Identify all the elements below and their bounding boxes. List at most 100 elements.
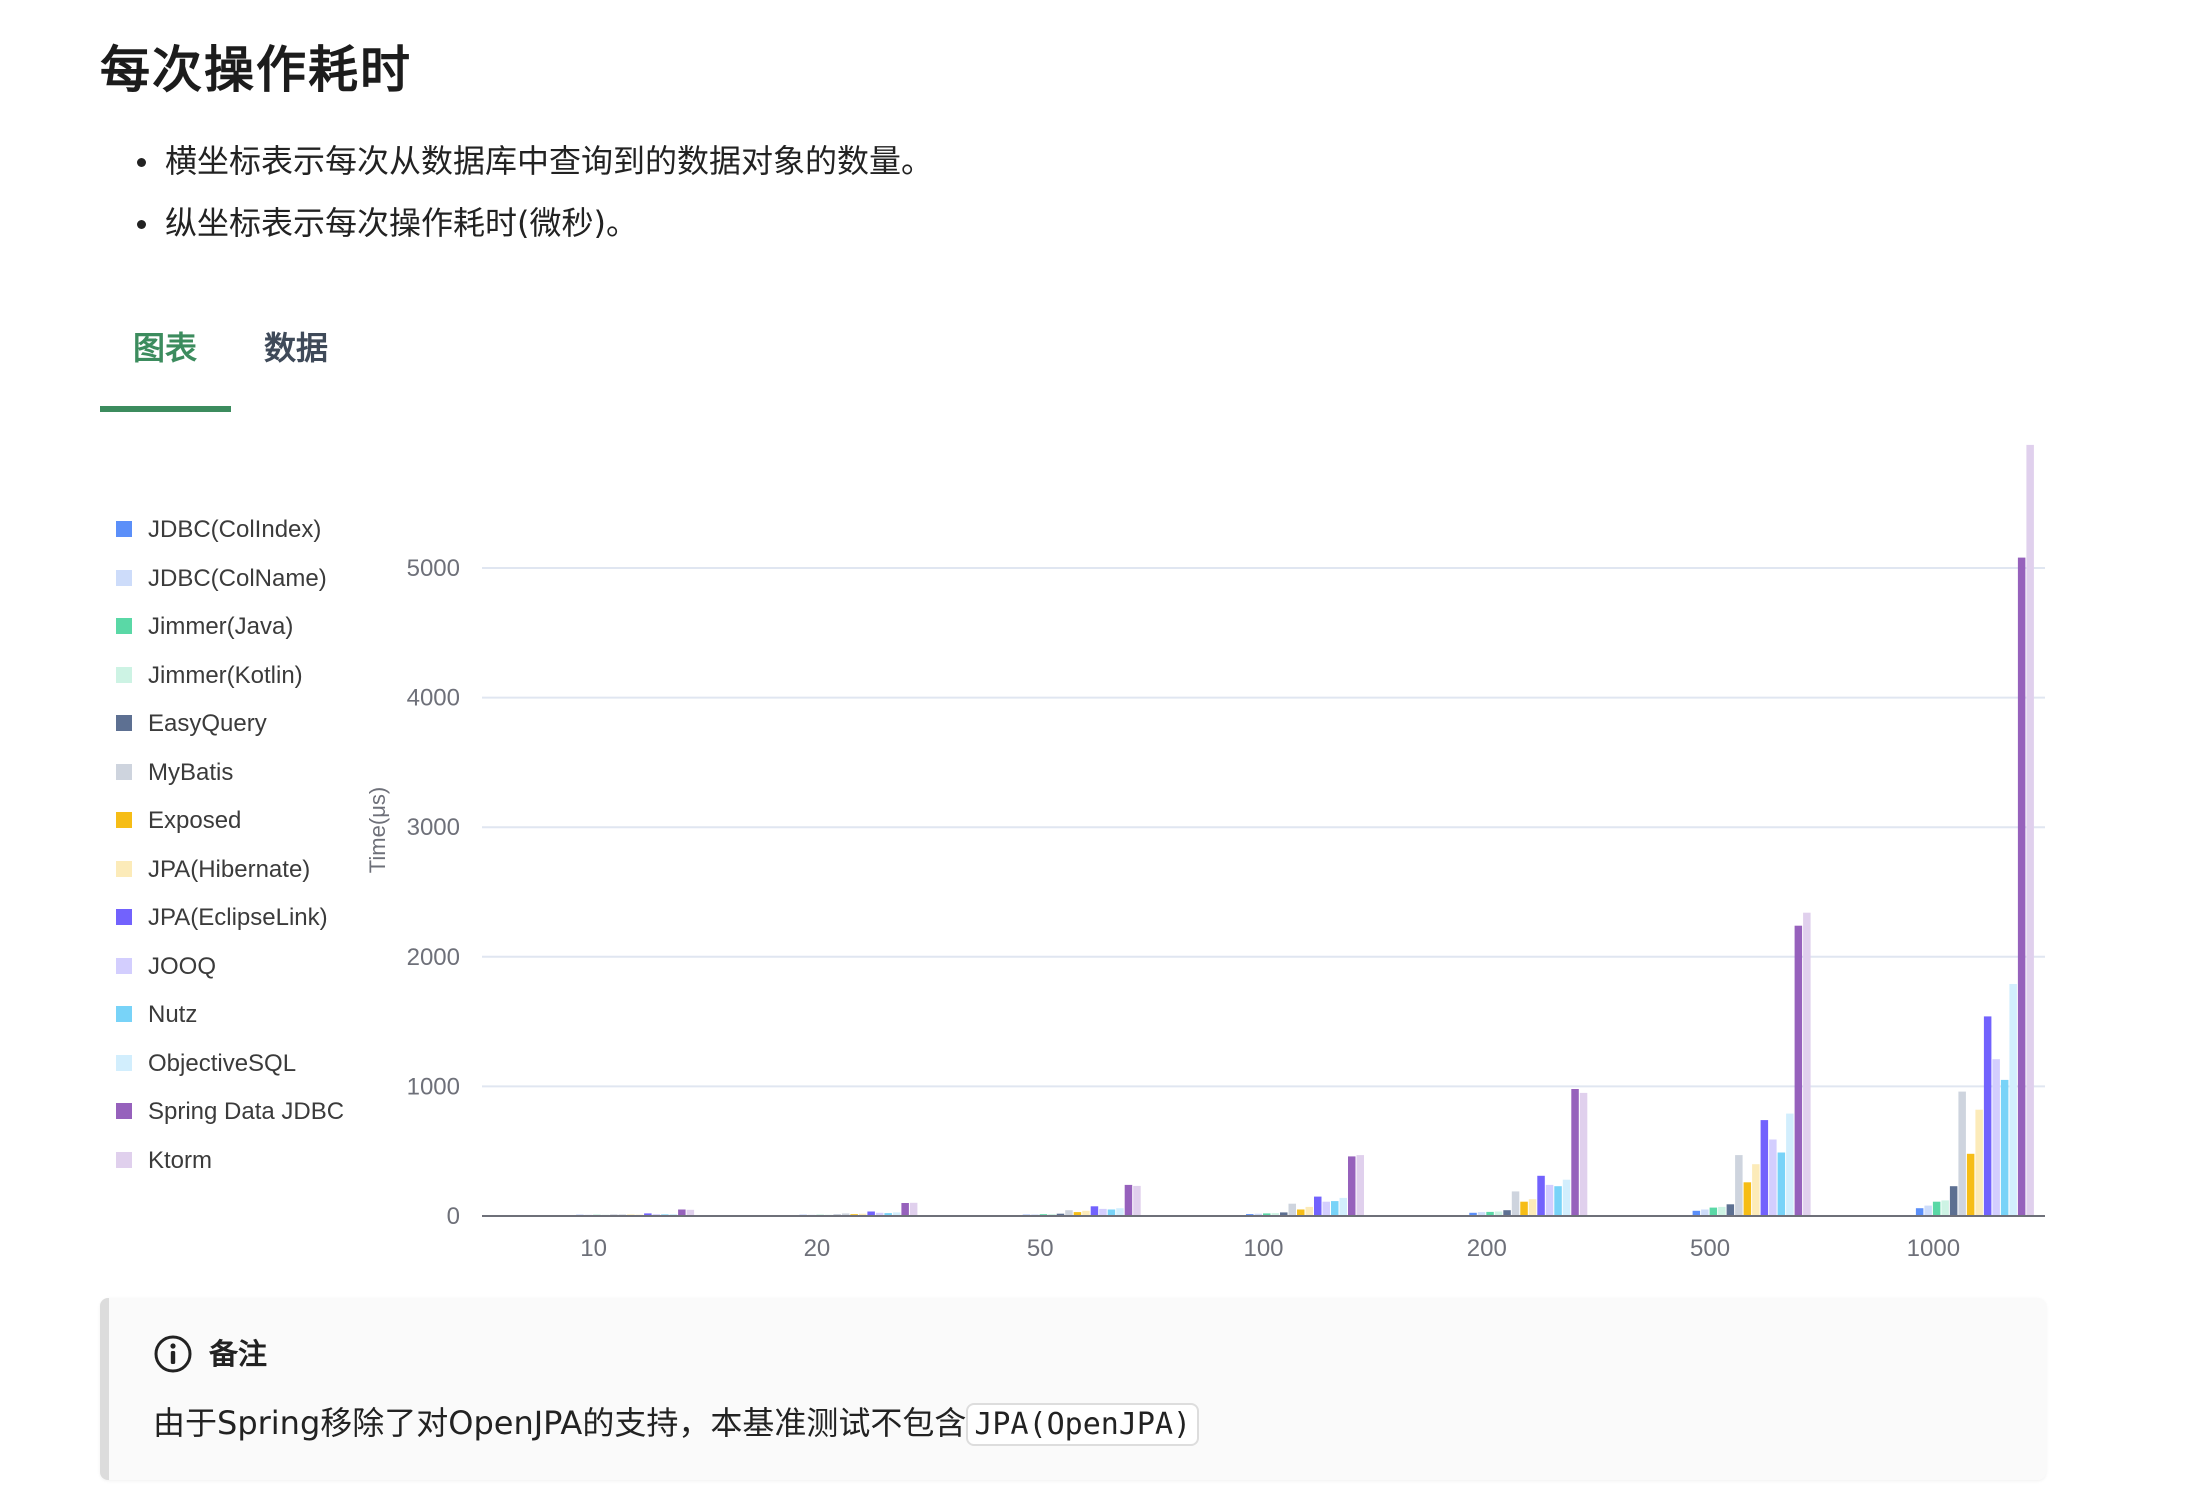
y-tick-label: 2000: [407, 944, 460, 971]
bar-ktorm-200: [1579, 1092, 1588, 1216]
tab-data[interactable]: 数据: [264, 318, 328, 378]
bar-jdbc-colindex-1000: [1915, 1208, 1924, 1216]
bar-jooq-1000: [1992, 1059, 2000, 1216]
legend-swatch: [116, 860, 132, 877]
note-body: 由于Spring移除了对OpenJPA的支持，本基准测试不包含: [153, 1404, 967, 1442]
bar-jimmer-kotlin-500: [1718, 1206, 1726, 1216]
bar-exposed-1000: [1966, 1153, 1975, 1216]
legend-swatch: [116, 715, 132, 731]
legend-label: ObjectiveSQL: [148, 1049, 297, 1077]
bar-jpa-eclipselink-200: [1537, 1175, 1545, 1216]
x-tick-label: 500: [1690, 1235, 1730, 1262]
legend-swatch: [116, 666, 132, 683]
legend-label: JPA(Hibernate): [148, 855, 311, 883]
legend-label: JDBC(ColName): [148, 564, 327, 592]
bar-easyquery-500: [1726, 1204, 1735, 1216]
bar-jooq-50: [1099, 1208, 1107, 1216]
description-list: 横坐标表示每次从数据库中查询到的数据对象的数量。 纵坐标表示每次操作耗时(微秒)…: [135, 130, 933, 254]
bar-jpa-eclipselink-50: [1090, 1206, 1099, 1216]
bar-ktorm-100: [1356, 1155, 1364, 1216]
bar-mybatis-100: [1288, 1203, 1296, 1216]
y-axis-label: Time(μs): [365, 787, 390, 873]
legend-swatch: [116, 1151, 132, 1168]
legend-swatch: [116, 521, 132, 537]
note-box: 备注 由于Spring移除了对OpenJPA的支持，本基准测试不包含 JPA(Op…: [100, 1298, 2046, 1480]
bar-objectivesql-1000: [2009, 984, 2017, 1216]
bar-easyquery-1000: [1949, 1186, 1958, 1216]
y-tick-label: 5000: [407, 555, 460, 582]
y-tick-label: 4000: [407, 685, 460, 712]
x-tick-label: 100: [1243, 1235, 1283, 1262]
legend-label: MyBatis: [148, 758, 234, 786]
legend-swatch: [116, 763, 132, 780]
bar-ktorm-500: [1803, 912, 1811, 1216]
legend-label: JPA(EclipseLink): [148, 904, 328, 931]
bar-jpa-hibernate-1000: [1975, 1109, 1983, 1216]
legend-swatch: [116, 909, 132, 925]
note-text: 由于Spring移除了对OpenJPA的支持，本基准测试不包含 JPA(OpenJ…: [153, 1398, 1200, 1450]
y-tick-label: 0: [447, 1203, 460, 1230]
y-tick-label: 3000: [407, 814, 460, 841]
bar-jimmer-java-1000: [1932, 1201, 1941, 1216]
bar-jimmer-java-500: [1709, 1207, 1718, 1216]
legend-swatch: [116, 618, 132, 634]
legend-label: JOOQ: [148, 952, 217, 980]
bar-jpa-eclipselink-500: [1760, 1120, 1769, 1216]
bar-mybatis-1000: [1958, 1091, 1966, 1216]
legend-label: Ktorm: [148, 1146, 213, 1174]
bar-ktorm-1000: [2026, 444, 2034, 1216]
legend-swatch: [116, 957, 132, 974]
legend-swatch: [116, 1103, 132, 1119]
bar-spring-data-jdbc-20: [901, 1203, 909, 1216]
x-tick-label: 50: [1027, 1235, 1054, 1262]
legend-swatch: [116, 569, 132, 586]
x-tick-label: 1000: [1907, 1235, 1960, 1262]
bar-objectivesql-200: [1562, 1179, 1571, 1216]
bar-spring-data-jdbc-1000: [2017, 557, 2026, 1216]
page-title: 每次操作耗时: [100, 41, 412, 99]
legend-label: Spring Data JDBC: [148, 1098, 345, 1125]
active-tab-indicator: [100, 406, 231, 412]
bar-mybatis-500: [1735, 1155, 1743, 1216]
bar-jdbc-colname-1000: [1924, 1205, 1932, 1216]
tab-chart[interactable]: 图表: [133, 318, 197, 378]
bullet-x-axis: 横坐标表示每次从数据库中查询到的数据对象的数量。: [135, 130, 933, 192]
bar-jooq-100: [1322, 1201, 1330, 1216]
legend-swatch: [116, 1006, 132, 1022]
bar-ktorm-50: [1133, 1185, 1141, 1216]
bar-spring-data-jdbc-50: [1124, 1184, 1133, 1216]
note-code: JPA(OpenJPA): [966, 1403, 1200, 1446]
legend-label: EasyQuery: [148, 710, 267, 737]
bar-objectivesql-500: [1786, 1113, 1794, 1216]
bar-mybatis-200: [1511, 1191, 1520, 1216]
bar-nutz-200: [1554, 1186, 1562, 1216]
note-title: 备注: [209, 1337, 268, 1371]
bar-exposed-500: [1743, 1182, 1752, 1216]
bar-jooq-200: [1545, 1184, 1554, 1216]
bar-nutz-500: [1777, 1152, 1786, 1216]
bar-spring-data-jdbc-200: [1571, 1089, 1579, 1216]
x-tick-label: 10: [580, 1235, 607, 1262]
bar-jimmer-kotlin-1000: [1941, 1200, 1949, 1216]
bar-jpa-hibernate-500: [1752, 1164, 1760, 1216]
bar-ktorm-20: [909, 1202, 918, 1216]
x-tick-label: 200: [1467, 1235, 1507, 1262]
bar-spring-data-jdbc-100: [1348, 1156, 1356, 1216]
legend-label: Nutz: [148, 1001, 198, 1028]
bar-nutz-100: [1331, 1201, 1339, 1216]
bar-chart: 0 1000 2000 3000 4000 5000 Time(μs) 10 20 50 100 20…: [365, 444, 2045, 1262]
y-tick-label: 1000: [407, 1073, 460, 1100]
legend-swatch: [116, 1054, 132, 1071]
legend-label: Exposed: [148, 807, 242, 834]
bar-jpa-hibernate-100: [1305, 1206, 1313, 1216]
bar-exposed-200: [1520, 1201, 1528, 1216]
legend-label: Jimmer(Kotlin): [148, 661, 303, 689]
bullet-y-axis: 纵坐标表示每次操作耗时(微秒)。: [135, 192, 933, 254]
bar-jpa-eclipselink-1000: [1983, 1016, 1992, 1216]
legend-label: Jimmer(Java): [148, 613, 294, 640]
view-tabs: 图表 数据: [100, 318, 2046, 414]
x-tick-label: 20: [804, 1235, 831, 1262]
bar-objectivesql-100: [1339, 1197, 1347, 1216]
legend-label: JDBC(ColIndex): [148, 516, 322, 543]
bar-nutz-1000: [2000, 1079, 2009, 1216]
